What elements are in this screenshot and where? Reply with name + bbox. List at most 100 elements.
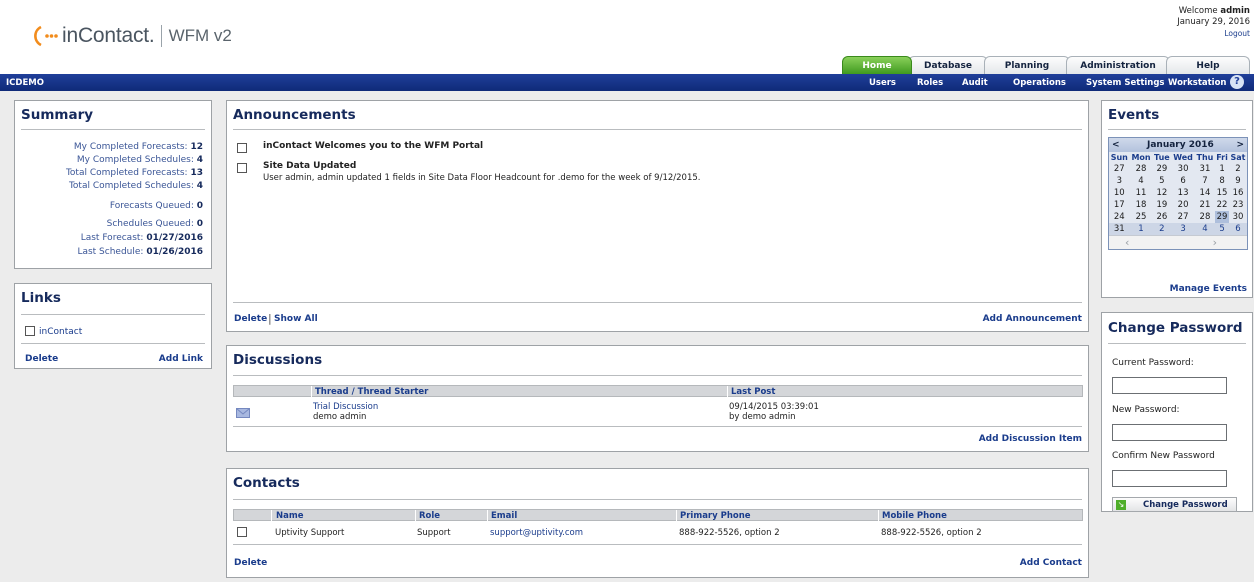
calendar-day[interactable]: 17 [1109,199,1130,211]
tab-database[interactable]: Database [908,56,988,74]
calendar-day[interactable]: 30 [1171,163,1195,175]
nav-roles[interactable]: Roles [917,78,943,88]
calendar-day[interactable]: 5 [1215,223,1229,235]
calendar-next-month[interactable]: > [1236,140,1244,150]
delete-announcement-button[interactable]: Delete [234,314,267,324]
logout-link[interactable]: Logout [1224,29,1250,38]
announcement-checkbox[interactable] [237,163,247,173]
calendar-day[interactable]: 4 [1130,175,1153,187]
calendar-day[interactable]: 30 [1229,211,1247,223]
calendar-prev-month[interactable]: < [1112,140,1120,150]
calendar-day[interactable]: 25 [1130,211,1153,223]
contact-role: Support [417,528,451,538]
calendar-day[interactable]: 7 [1195,175,1215,187]
nav-users[interactable]: Users [869,78,896,88]
calendar-day-selected[interactable]: 29 [1215,211,1229,223]
nav-workstation[interactable]: Workstation [1168,78,1226,88]
column-header-primary-phone[interactable]: Primary Phone [680,511,751,521]
column-header-email[interactable]: Email [491,511,517,521]
calendar-day[interactable]: 21 [1195,199,1215,211]
add-contact-button[interactable]: Add Contact [1020,558,1082,568]
column-header-role[interactable]: Role [419,511,440,521]
calendar-day[interactable]: 18 [1130,199,1153,211]
link-incontact[interactable]: inContact [39,327,82,337]
change-password-button[interactable]: ↘ Change Password [1112,497,1237,512]
events-title: Events [1108,107,1160,123]
calendar-day[interactable]: 9 [1229,175,1247,187]
calendar-day[interactable]: 2 [1152,223,1172,235]
change-password-title: Change Password [1108,320,1243,336]
calendar-day[interactable]: 13 [1171,187,1195,199]
calendar-week: 31 1 2 3 4 5 6 [1109,223,1247,235]
calendar-day[interactable]: 11 [1130,187,1153,199]
calendar-day[interactable]: 29 [1152,163,1171,175]
calendar-day[interactable]: 1 [1129,223,1153,235]
add-discussion-button[interactable]: Add Discussion Item [979,434,1082,444]
column-header-thread[interactable]: Thread / Thread Starter [315,387,428,397]
calendar-day[interactable]: 5 [1152,175,1171,187]
delete-contact-button[interactable]: Delete [234,558,267,568]
link-checkbox[interactable] [25,326,35,336]
weekday-label: Fri [1216,153,1228,162]
add-link-button[interactable]: Add Link [159,354,203,364]
calendar-day[interactable]: 31 [1195,163,1215,175]
calendar-day[interactable]: 14 [1195,187,1215,199]
summary-row: Total Completed Schedules: 4 [68,181,203,191]
calendar-day[interactable]: 3 [1109,175,1130,187]
tab-administration[interactable]: Administration [1066,56,1170,74]
calendar-day[interactable]: 4 [1194,223,1216,235]
summary-row: My Completed Schedules: 4 [76,155,203,165]
calendar-day[interactable]: 6 [1229,223,1247,235]
calendar-week: 10 11 12 13 14 15 16 [1109,187,1247,199]
nav-system-settings[interactable]: System Settings [1086,78,1165,88]
scroll-right-icon[interactable]: › [1213,236,1217,249]
column-header-name[interactable]: Name [276,511,303,521]
help-icon[interactable]: ? [1230,75,1244,89]
calendar-day[interactable]: 12 [1152,187,1171,199]
confirm-password-label: Confirm New Password [1112,451,1215,461]
discussions-footer-divider [233,426,1082,427]
calendar-day[interactable]: 23 [1229,199,1247,211]
delete-link-button[interactable]: Delete [25,354,58,364]
confirm-password-input[interactable] [1112,470,1227,487]
show-all-button[interactable]: Show All [274,314,318,324]
tab-home[interactable]: Home [842,56,912,74]
calendar-day[interactable]: 19 [1152,199,1171,211]
tab-planning[interactable]: Planning [984,56,1070,74]
scroll-left-icon[interactable]: ‹ [1125,236,1129,249]
contacts-header-row: Name Role Email Primary Phone Mobile Pho… [233,509,1083,521]
add-announcement-button[interactable]: Add Announcement [983,314,1082,324]
new-password-input[interactable] [1112,424,1227,441]
calendar-day[interactable]: 15 [1215,187,1229,199]
contact-checkbox[interactable] [237,527,247,537]
manage-events-link[interactable]: Manage Events [1170,284,1247,294]
calendar-day[interactable]: 6 [1171,175,1195,187]
calendar-day[interactable]: 27 [1109,163,1130,175]
nav-operations[interactable]: Operations [1013,78,1066,88]
calendar-day[interactable]: 20 [1171,199,1195,211]
calendar-day[interactable]: 28 [1195,211,1215,223]
current-password-input[interactable] [1112,377,1227,394]
calendar-day[interactable]: 16 [1229,187,1247,199]
thread-title-link[interactable]: Trial Discussion [313,402,378,412]
calendar-day[interactable]: 3 [1171,223,1195,235]
calendar-day[interactable]: 26 [1152,211,1171,223]
contact-email-link[interactable]: support@uptivity.com [490,528,583,538]
calendar-day[interactable]: 22 [1215,199,1229,211]
calendar-day[interactable]: 8 [1215,175,1229,187]
calendar-day[interactable]: 1 [1215,163,1229,175]
column-header-mobile-phone[interactable]: Mobile Phone [882,511,947,521]
calendar-day[interactable]: 31 [1109,223,1130,235]
calendar-day[interactable]: 24 [1109,211,1130,223]
calendar-day[interactable]: 10 [1109,187,1130,199]
calendar-day[interactable]: 28 [1130,163,1153,175]
nav-audit[interactable]: Audit [962,78,988,88]
discussions-panel: Discussions Thread / Thread Starter Last… [226,345,1089,452]
calendar-day[interactable]: 2 [1229,163,1247,175]
tab-help[interactable]: Help [1166,56,1250,74]
calendar-scrollbar[interactable]: ‹ › [1109,235,1247,249]
column-header-last-post[interactable]: Last Post [731,387,775,397]
announcement-checkbox[interactable] [237,143,247,153]
contacts-footer-divider [233,544,1082,545]
calendar-day[interactable]: 27 [1171,211,1195,223]
